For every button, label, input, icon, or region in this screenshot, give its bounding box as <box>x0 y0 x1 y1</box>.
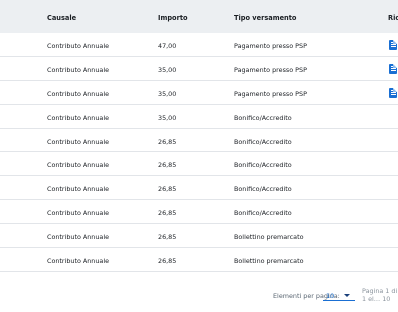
cell-causale: Contributo Annuale <box>47 257 110 266</box>
cell-importo: 26,85 <box>158 257 177 266</box>
table-row: Contributo Annuale 26,85 Bonifico/Accredit… <box>0 129 398 153</box>
column-header-importo[interactable]: Importo <box>158 14 188 22</box>
cell-causale: Contributo Annuale <box>47 233 110 242</box>
cell-importo: 47,00 <box>158 42 177 50</box>
cell-causale: Contributo Annuale <box>47 42 110 50</box>
cell-importo: 26,85 <box>158 233 177 242</box>
caret-down-icon <box>344 294 350 297</box>
cell-causale: Contributo Annuale <box>47 185 110 194</box>
cell-importo: 35,00 <box>158 113 177 122</box>
cell-tipo-versamento: Bonifico/Accredito <box>234 113 292 122</box>
cell-tipo-versamento: Bonifico/Accredito <box>234 185 292 194</box>
cell-importo: 35,00 <box>158 65 177 74</box>
cell-causale: Contributo Annuale <box>47 137 110 146</box>
table-body: Contributo Annuale 47,00 Pagamento presso … <box>0 33 398 272</box>
pagination-bar: Elementi per pagina: 10 Pagina 1 di 1 el… <box>0 275 398 312</box>
cell-tipo-versamento: Bollettino premarcato <box>234 233 304 242</box>
cell-importo: 35,00 <box>158 89 177 98</box>
cell-causale: Contributo Annuale <box>47 113 110 122</box>
cell-tipo-versamento: Pagamento presso PSP <box>234 65 307 74</box>
cell-tipo-versamento: Pagamento presso PSP <box>234 89 307 98</box>
column-header-tipo-versamento[interactable]: Tipo versamento <box>234 14 296 22</box>
column-header-causale[interactable]: Causale <box>47 14 76 22</box>
payments-table: Causale Importo Tipo versamento Rice Con… <box>0 0 398 272</box>
table-row: Contributo Annuale 26,85 Bollettino premar… <box>0 224 398 249</box>
cell-importo: 26,85 <box>158 209 177 218</box>
cell-causale: Contributo Annuale <box>47 209 110 218</box>
document-download-icon[interactable] <box>389 87 397 98</box>
table-header: Causale Importo Tipo versamento Rice <box>0 0 398 33</box>
page-info: Pagina 1 di 1 el… 10 <box>362 287 398 303</box>
cell-importo: 26,85 <box>158 137 177 146</box>
document-download-icon[interactable] <box>389 63 397 74</box>
cell-causale: Contributo Annuale <box>47 161 110 170</box>
cell-tipo-versamento: Bollettino premarcato <box>234 257 304 266</box>
table-row: Contributo Annuale 26,85 Bonifico/Accredit… <box>0 200 398 225</box>
cell-causale: Contributo Annuale <box>47 89 110 98</box>
per-page-value: 10 <box>326 292 335 300</box>
column-header-ricevuta[interactable]: Rice <box>388 14 398 22</box>
table-row: Contributo Annuale 35,00 Bonifico/Accredit… <box>0 105 398 129</box>
cell-causale: Contributo Annuale <box>47 65 110 74</box>
cell-tipo-versamento: Bonifico/Accredito <box>234 209 292 218</box>
table-row: Contributo Annuale 26,85 Bollettino premar… <box>0 248 398 272</box>
cell-importo: 26,85 <box>158 161 177 170</box>
per-page-select[interactable]: 10 <box>323 288 355 301</box>
table-row: Contributo Annuale 47,00 Pagamento presso … <box>0 33 398 57</box>
table-row: Contributo Annuale 26,85 Bonifico/Accredit… <box>0 152 398 177</box>
document-download-icon[interactable] <box>389 40 397 50</box>
cell-tipo-versamento: Bonifico/Accredito <box>234 161 292 170</box>
cell-tipo-versamento: Bonifico/Accredito <box>234 137 292 146</box>
cell-tipo-versamento: Pagamento presso PSP <box>234 42 307 50</box>
table-row: Contributo Annuale 35,00 Pagamento presso … <box>0 81 398 105</box>
table-row: Contributo Annuale 35,00 Pagamento presso … <box>0 57 398 81</box>
cell-importo: 26,85 <box>158 185 177 194</box>
table-row: Contributo Annuale 26,85 Bonifico/Accredit… <box>0 176 398 201</box>
